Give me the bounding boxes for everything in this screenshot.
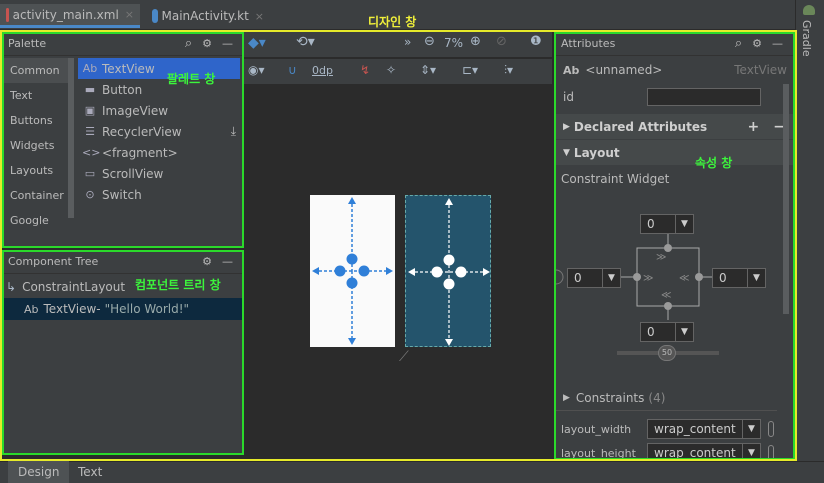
design-window-highlight [0, 30, 797, 461]
tab-main-activity[interactable]: MainActivity.kt × [146, 4, 270, 28]
right-tool-strip [795, 0, 824, 483]
close-icon[interactable]: × [255, 10, 264, 23]
tab-activity-main[interactable]: activity_main.xml × [0, 4, 140, 28]
kotlin-file-icon [152, 9, 158, 23]
design-annotation: 디자인 창 [368, 15, 417, 29]
tab-design[interactable]: Design [8, 461, 70, 483]
tab-text[interactable]: Text [68, 461, 112, 483]
tab-label: activity_main.xml [12, 7, 119, 22]
xml-file-icon [6, 7, 9, 22]
gradle-tool-button[interactable]: Gradle [800, 20, 813, 57]
close-icon[interactable]: × [125, 8, 134, 21]
bottom-tab-bar [0, 461, 824, 483]
tab-label: MainActivity.kt [161, 9, 249, 23]
gradle-icon [803, 5, 815, 15]
